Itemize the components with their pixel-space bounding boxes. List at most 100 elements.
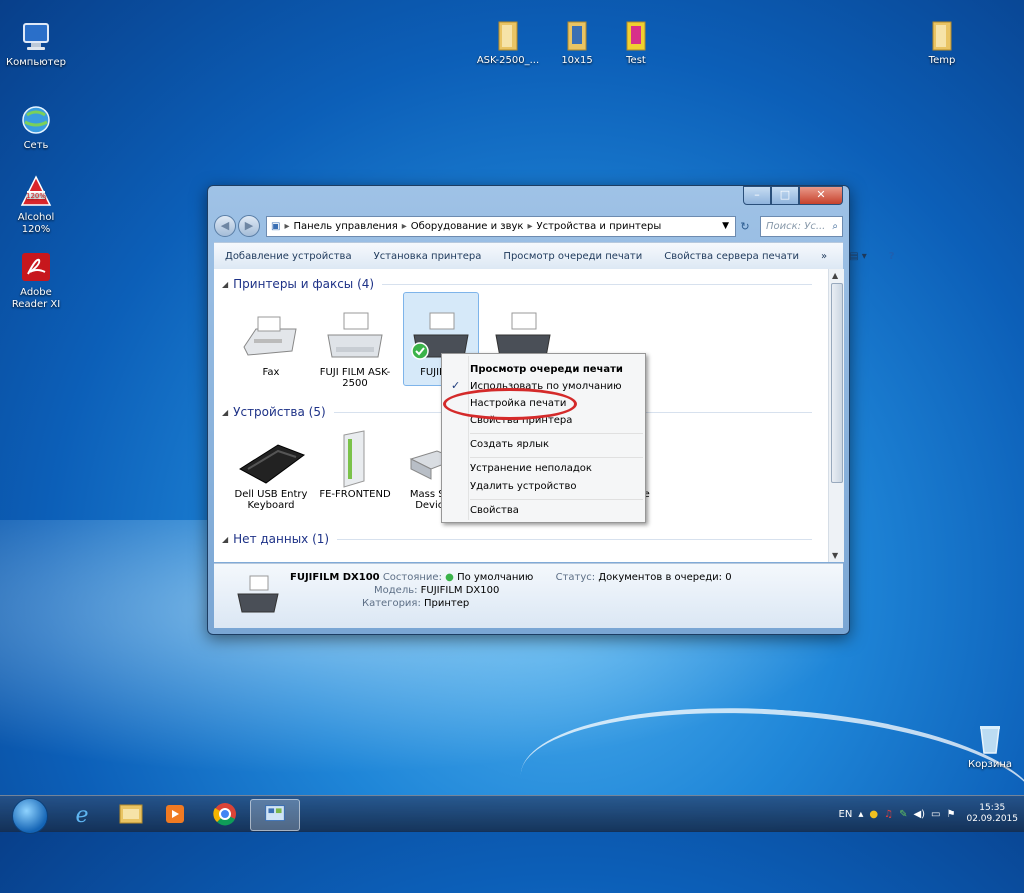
refresh-icon[interactable]: ↻ bbox=[736, 220, 754, 233]
tray-app-icon[interactable]: ♫ bbox=[884, 809, 893, 820]
internet-explorer-icon[interactable]: e bbox=[62, 799, 102, 829]
desktop-icon-label: Сеть bbox=[23, 140, 49, 151]
alcohol-app-icon: 120% bbox=[19, 175, 53, 209]
device-label: Dell USB Entry Keyboard bbox=[234, 489, 308, 511]
window-controls: – □ ✕ bbox=[743, 186, 843, 205]
device-label: FE-FRONTEND bbox=[319, 489, 391, 500]
help-icon[interactable]: ? bbox=[878, 251, 906, 262]
address-bar[interactable]: ▣ ▸ Панель управления ▸ Оборудование и з… bbox=[266, 215, 736, 237]
file-explorer-icon[interactable] bbox=[110, 799, 150, 829]
see-print-queue-button[interactable]: Просмотр очереди печати bbox=[492, 251, 653, 262]
tray-app-icon[interactable]: ✎ bbox=[899, 809, 907, 820]
breadcrumb-item[interactable]: Панель управления bbox=[293, 221, 397, 232]
collapse-triangle-icon: ◢ bbox=[222, 534, 229, 544]
vertical-scrollbar[interactable]: ▲ ▼ bbox=[828, 269, 844, 562]
media-player-icon[interactable] bbox=[155, 799, 195, 829]
breadcrumb-item[interactable]: Устройства и принтеры bbox=[536, 221, 661, 232]
control-panel-taskbar-button[interactable] bbox=[250, 799, 300, 831]
details-model-label: Модель: bbox=[374, 585, 418, 596]
wallpaper-arc bbox=[514, 692, 1024, 893]
menu-item-troubleshoot[interactable]: Устранение неполадок bbox=[470, 463, 592, 474]
print-server-properties-button[interactable]: Свойства сервера печати bbox=[653, 251, 810, 262]
device-label: Fax bbox=[262, 367, 280, 378]
collapse-triangle-icon: ◢ bbox=[222, 279, 229, 289]
breadcrumb-item[interactable]: Оборудование и звук bbox=[411, 221, 524, 232]
search-input[interactable]: Поиск: Ус... ⌕ bbox=[760, 215, 843, 237]
desktop-icon-label: 10x15 bbox=[561, 55, 593, 66]
menu-item-create-shortcut[interactable]: Создать ярлык bbox=[470, 439, 549, 450]
details-pane: FUJIFILM DX100 Состояние: ● По умолчанию… bbox=[214, 563, 843, 628]
chrome-icon[interactable] bbox=[205, 799, 245, 829]
details-state-label: Состояние: bbox=[382, 572, 442, 583]
group-header-printers[interactable]: ◢ Принтеры и факсы (4) bbox=[222, 277, 812, 291]
desktop-icon-recycle-bin[interactable]: Корзина bbox=[958, 722, 1022, 771]
back-button[interactable]: ◀ bbox=[214, 215, 236, 237]
keyboard-icon bbox=[239, 444, 306, 484]
desktop-icon-network[interactable]: Сеть bbox=[4, 103, 68, 152]
desktop-folder-10x15[interactable]: 10x15 bbox=[545, 18, 609, 67]
details-model-value: FUJIFILM DX100 bbox=[420, 585, 500, 596]
device-fax[interactable]: Fax bbox=[234, 307, 308, 378]
scroll-up-icon[interactable]: ▲ bbox=[832, 271, 838, 280]
desktop-icon-label: Adobe Reader XI bbox=[11, 287, 61, 310]
group-title: Принтеры и факсы (4) bbox=[233, 277, 375, 291]
desktop-icon-computer[interactable]: Компьютер bbox=[4, 20, 68, 69]
start-button[interactable] bbox=[12, 798, 48, 834]
details-device-name: FUJIFILM DX100 bbox=[290, 572, 380, 583]
network-globe-icon bbox=[19, 103, 53, 137]
address-bar-row: ◀ ▶ ▣ ▸ Панель управления ▸ Оборудование… bbox=[214, 215, 843, 237]
tray-app-icon[interactable]: ● bbox=[869, 809, 878, 820]
chevron-down-icon[interactable]: ▼ bbox=[722, 221, 729, 231]
language-indicator[interactable]: EN bbox=[839, 809, 853, 820]
desktop-folder-test[interactable]: Test bbox=[604, 18, 668, 67]
control-panel-icon: ▣ bbox=[271, 220, 281, 232]
scroll-down-icon[interactable]: ▼ bbox=[832, 551, 838, 560]
network-icon[interactable]: ▭ bbox=[931, 809, 940, 820]
printer-context-menu: Просмотр очереди печати ✓ Использовать п… bbox=[441, 353, 646, 523]
device-label: FUJI FILM ASK-2500 bbox=[319, 367, 391, 389]
desktop-folder-ask2500[interactable]: ASK-2500_... bbox=[476, 18, 540, 67]
computer-icon bbox=[19, 20, 53, 54]
search-placeholder: Поиск: Ус... bbox=[766, 220, 826, 232]
details-category-value: Принтер bbox=[424, 598, 470, 609]
maximize-button[interactable]: □ bbox=[771, 186, 799, 205]
desktop-icon-alcohol[interactable]: 120% Alcohol 120% bbox=[4, 175, 68, 236]
details-status-value: Документов в очереди: 0 bbox=[598, 572, 732, 583]
desktop-icon-adobe-reader[interactable]: Adobe Reader XI bbox=[4, 250, 68, 311]
device-fe-frontend[interactable]: FE-FRONTEND bbox=[318, 429, 392, 500]
collapse-triangle-icon: ◢ bbox=[222, 407, 229, 417]
show-hidden-icons-icon[interactable]: ▴ bbox=[858, 809, 863, 820]
menu-separator bbox=[470, 499, 643, 500]
folder-icon bbox=[491, 18, 525, 52]
taskbar: e EN ▴ ● ♫ ✎ ◀) ▭ ⚑ 15:35 02.09.2015 bbox=[0, 795, 1024, 834]
desktop-folder-temp[interactable]: Temp bbox=[910, 18, 974, 67]
menu-item-see-print-queue[interactable]: Просмотр очереди печати bbox=[470, 364, 623, 375]
scrollbar-thumb[interactable] bbox=[831, 283, 843, 483]
add-printer-button[interactable]: Установка принтера bbox=[363, 251, 493, 262]
clock[interactable]: 15:35 02.09.2015 bbox=[966, 803, 1018, 825]
menu-item-properties[interactable]: Свойства bbox=[470, 505, 519, 516]
minimize-button[interactable]: – bbox=[743, 186, 771, 205]
details-status-label: Статус: bbox=[555, 572, 596, 583]
device-dell-keyboard[interactable]: Dell USB Entry Keyboard bbox=[234, 429, 308, 511]
action-center-flag-icon[interactable]: ⚑ bbox=[947, 809, 956, 820]
checkmark-icon: ✓ bbox=[451, 379, 461, 392]
recycle-bin-icon bbox=[973, 722, 1007, 756]
device-fuji-ask2500[interactable]: FUJI FILM ASK-2500 bbox=[318, 307, 392, 389]
group-title: Нет данных (1) bbox=[233, 532, 330, 546]
printer-icon bbox=[327, 312, 383, 358]
forward-button[interactable]: ▶ bbox=[238, 215, 260, 237]
default-check-icon: ● bbox=[445, 572, 454, 583]
view-options-icon[interactable]: ▤ ▾ bbox=[838, 251, 878, 262]
add-device-button[interactable]: Добавление устройства bbox=[214, 251, 363, 262]
close-button[interactable]: ✕ bbox=[799, 186, 843, 205]
desktop-icon-label: Test bbox=[626, 55, 646, 66]
volume-icon[interactable]: ◀) bbox=[913, 809, 925, 820]
details-category-label: Категория: bbox=[362, 598, 421, 609]
more-commands-button[interactable]: » bbox=[810, 251, 838, 262]
group-header-no-data[interactable]: ◢ Нет данных (1) bbox=[222, 532, 812, 546]
desktop-icon-label: ASK-2500_... bbox=[476, 55, 540, 66]
svg-text:e: e bbox=[75, 803, 88, 828]
menu-item-remove-device[interactable]: Удалить устройство bbox=[470, 481, 576, 492]
folder-icon bbox=[925, 18, 959, 52]
